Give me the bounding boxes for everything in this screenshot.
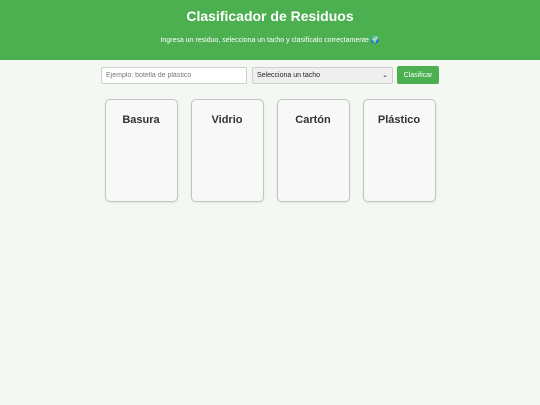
bin-label: Vidrio	[211, 114, 243, 126]
classify-button[interactable]: Clasificar	[397, 66, 439, 84]
bin-plastico[interactable]: Plástico	[362, 99, 436, 202]
bin-label: Plástico	[377, 114, 421, 126]
bin-vidrio[interactable]: Vidrio	[190, 99, 264, 202]
bin-basura[interactable]: Basura	[104, 99, 178, 202]
controls-bar: Selecciona un tacho ⌄ Clasificar	[0, 66, 540, 84]
bin-label: Cartón	[295, 114, 331, 126]
bin-carton[interactable]: Cartón	[276, 99, 350, 202]
bin-label: Basura	[122, 114, 160, 126]
bin-select[interactable]: Selecciona un tacho ⌄	[252, 66, 393, 84]
bin-select-value: Selecciona un tacho	[257, 71, 321, 79]
bins-container: Basura Vidrio Cartón Plástico	[0, 99, 540, 202]
page-title: Clasificador de Residuos	[186, 8, 354, 24]
page-subtitle: Ingresa un residuo, selecciona un tacho …	[160, 37, 380, 44]
waste-input[interactable]	[101, 66, 247, 84]
app-header: Clasificador de Residuos Ingresa un resi…	[0, 0, 540, 60]
chevron-down-icon: ⌄	[382, 72, 388, 79]
